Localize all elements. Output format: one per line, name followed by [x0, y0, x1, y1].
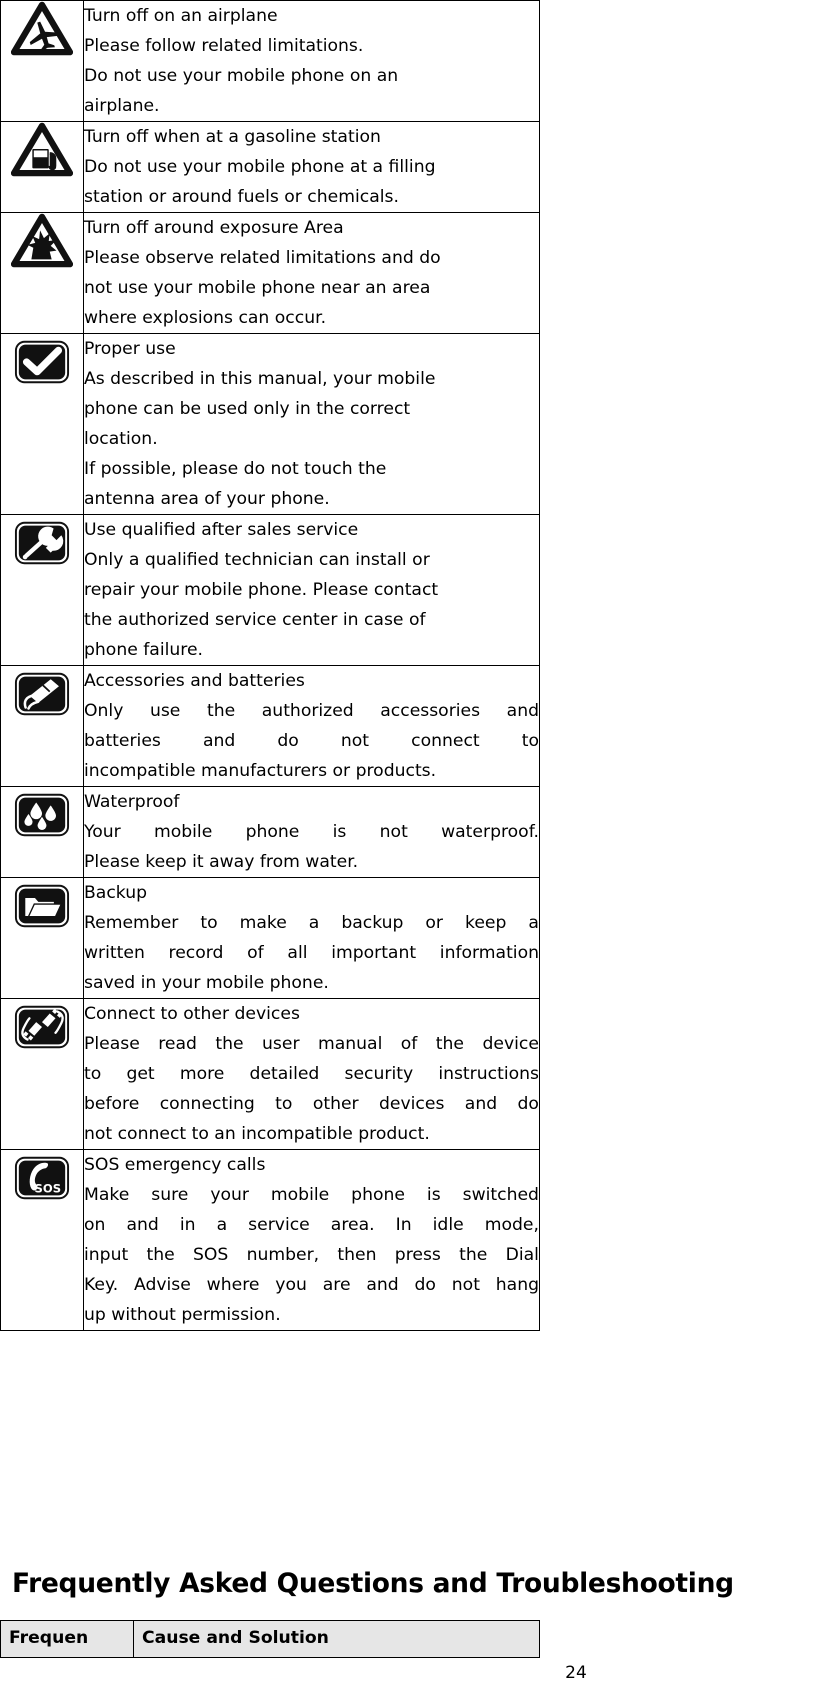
safety-text-line: written record of all important information [84, 943, 539, 963]
safety-text-line: Please keep it away from water. [84, 852, 359, 872]
safety-text-line: location. [84, 429, 158, 449]
safety-table-row: Use qualified after sales service Only a … [0, 514, 540, 666]
safety-text-line: not use your mobile phone near an area [84, 278, 431, 298]
safety-icon-cell [0, 877, 84, 999]
safety-text-line: input the SOS number, then press the Dial [84, 1245, 539, 1265]
safety-table-row: Connect to other devices Please read the use… [0, 998, 540, 1150]
folder-backup-icon [11, 878, 73, 934]
safety-text-line: Use qualified after sales service [84, 520, 359, 540]
safety-text-line: As described in this manual, your mobile [84, 369, 436, 389]
safety-text-line: up without permission. [84, 1305, 281, 1325]
safety-icon-cell [0, 786, 84, 878]
safety-text-cell: Turn off around exposure Area Please obse… [83, 212, 540, 334]
safety-text-line: to get more detailed security instructions [84, 1064, 539, 1084]
wrench-icon [11, 515, 73, 571]
safety-guidelines-table: Turn off on an airplane Please follow rel… [0, 0, 540, 1331]
safety-text-cell: Connect to other devices Please read the use… [83, 998, 540, 1150]
faq-header-frequen: Frequen [0, 1620, 134, 1658]
faq-header-row: Frequen Cause and Solution [0, 1620, 540, 1658]
safety-text-line: the authorized service center in case of [84, 610, 426, 630]
safety-text-line: Waterproof [84, 792, 180, 812]
safety-text-line: Do not use your mobile phone on an [84, 66, 399, 86]
plug-connect-icon [11, 999, 73, 1055]
safety-text-line: Proper use [84, 339, 176, 359]
safety-icon-cell: SOS [0, 1149, 84, 1331]
safety-text-line: saved in your mobile phone. [84, 973, 329, 993]
safety-text-cell: Backup Remember to make a backup or keep a writte… [83, 877, 540, 999]
safety-text-line: phone failure. [84, 640, 204, 660]
safety-table-row: Proper use As described in this manual, y… [0, 333, 540, 515]
checkmark-icon [11, 334, 73, 390]
safety-text-line: batteries and do not connect to [84, 731, 539, 751]
waterdrops-icon [11, 787, 73, 843]
safety-text-line: Accessories and batteries [84, 671, 305, 691]
safety-icon-cell [0, 212, 84, 334]
safety-text-cell: SOS emergency calls Make sure your mobile pho… [83, 1149, 540, 1331]
safety-icon-cell [0, 121, 84, 213]
safety-table-body: Turn off on an airplane Please follow rel… [0, 0, 540, 1331]
safety-text-line: not connect to an incompatible product. [84, 1124, 430, 1144]
safety-text-line: before connecting to other devices and do [84, 1094, 539, 1114]
safety-text-line: where explosions can occur. [84, 308, 327, 328]
safety-text-line: Please read the user manual of the device [84, 1034, 539, 1054]
safety-text-line: antenna area of your phone. [84, 489, 330, 509]
safety-text-line: Turn off on an airplane [84, 6, 278, 26]
safety-text-line: incompatible manufacturers or products. [84, 761, 437, 781]
page-number: 24 [565, 1663, 587, 1683]
airplane-warning-icon [11, 1, 73, 57]
safety-table-row: Turn off around exposure Area Please obse… [0, 212, 540, 334]
faq-table-head: Frequen Cause and Solution [0, 1620, 540, 1658]
safety-table-row: Turn off on an airplane Please follow rel… [0, 0, 540, 122]
safety-text-line: SOS emergency calls [84, 1155, 266, 1175]
sos-phone-icon: SOS [11, 1150, 73, 1206]
safety-text-line: phone can be used only in the correct [84, 399, 411, 419]
faq-section-heading: Frequently Asked Questions and Troublesh… [12, 1568, 734, 1599]
safety-text-line: Your mobile phone is not waterproof. [84, 822, 539, 842]
safety-table-row: SOS SOS emergency calls Make sure your mobil… [0, 1149, 540, 1331]
safety-text-cell: Proper use As described in this manual, y… [83, 333, 540, 515]
battery-accessory-icon [11, 666, 73, 722]
faq-table: Frequen Cause and Solution [0, 1620, 540, 1658]
safety-text-cell: Turn off on an airplane Please follow rel… [83, 0, 540, 122]
safety-text-line: Turn off when at a gasoline station [84, 127, 381, 147]
safety-text-line: Do not use your mobile phone at a fillin… [84, 157, 436, 177]
safety-text-line: Key. Advise where you are and do not hang [84, 1275, 539, 1295]
safety-icon-cell [0, 333, 84, 515]
safety-icon-cell [0, 665, 84, 787]
faq-header-cause-and-solution: Cause and Solution [133, 1620, 540, 1658]
safety-table-row: Accessories and batteries Only use the autho… [0, 665, 540, 787]
safety-text-line: Remember to make a backup or keep a [84, 913, 539, 933]
explosion-warning-icon [11, 213, 73, 269]
safety-text-line: Backup [84, 883, 148, 903]
safety-text-line: repair your mobile phone. Please contact [84, 580, 439, 600]
safety-text-line: Turn off around exposure Area [84, 218, 344, 238]
safety-text-line: station or around fuels or chemicals. [84, 187, 399, 207]
safety-icon-cell [0, 998, 84, 1150]
gas-station-warning-icon [11, 122, 73, 178]
safety-text-line: Make sure your mobile phone is switched [84, 1185, 539, 1205]
safety-table-row: Waterproof Your mobile phone is not waterproof… [0, 786, 540, 878]
safety-text-line: Connect to other devices [84, 1004, 300, 1024]
safety-text-line: Please observe related limitations and d… [84, 248, 441, 268]
safety-text-line: Only use the authorized accessories and [84, 701, 539, 721]
safety-text-line: Only a qualified technician can install … [84, 550, 430, 570]
safety-table-row: Backup Remember to make a backup or keep a writte… [0, 877, 540, 999]
safety-icon-cell [0, 514, 84, 666]
safety-text-cell: Use qualified after sales service Only a … [83, 514, 540, 666]
safety-table-row: Turn off when at a gasoline station Do no… [0, 121, 540, 213]
safety-text-line: Please follow related limitations. [84, 36, 364, 56]
safety-text-cell: Accessories and batteries Only use the autho… [83, 665, 540, 787]
safety-text-cell: Turn off when at a gasoline station Do no… [83, 121, 540, 213]
safety-text-line: airplane. [84, 96, 160, 116]
safety-icon-cell [0, 0, 84, 122]
safety-text-line: on and in a service area. In idle mode, [84, 1215, 539, 1235]
svg-text:SOS: SOS [35, 1181, 62, 1195]
safety-text-cell: Waterproof Your mobile phone is not waterproof… [83, 786, 540, 878]
safety-text-line: If possible, please do not touch the [84, 459, 387, 479]
